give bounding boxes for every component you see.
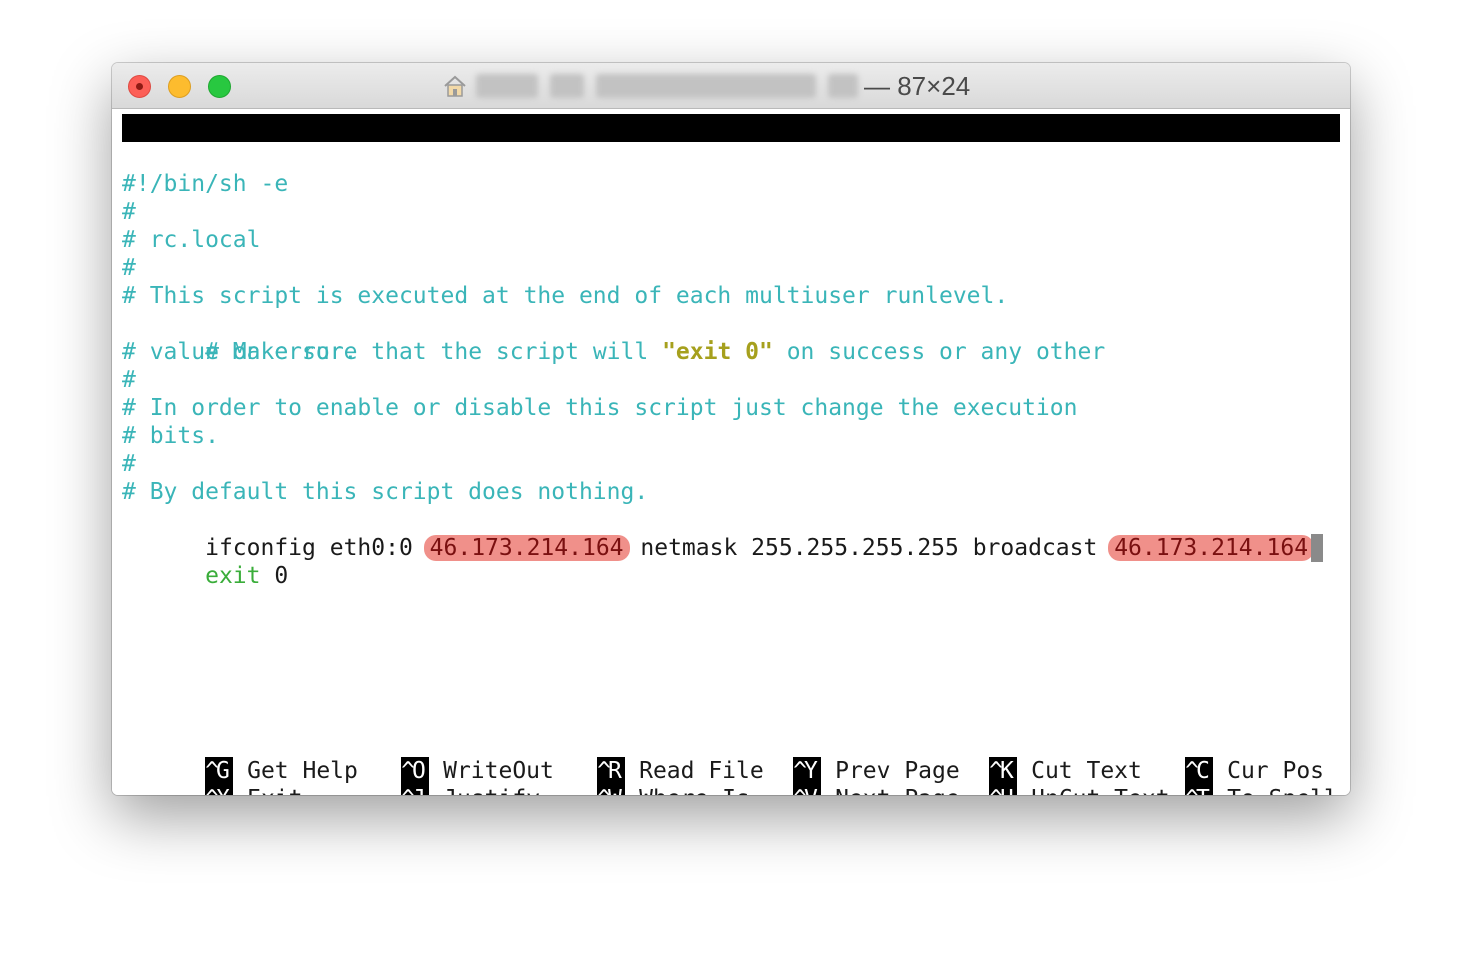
code-line[interactable]: #: [122, 366, 136, 394]
code-line[interactable]: # This script is executed at the end of …: [122, 282, 1008, 310]
code-line[interactable]: ifconfig eth0:0 46.173.214.164 netmask 2…: [122, 506, 1324, 562]
keyword: exit: [205, 563, 261, 589]
shortcut-label: To Spell: [1227, 786, 1338, 795]
code-line[interactable]: # bits.: [122, 422, 219, 450]
highlighted-ip: 46.173.214.164: [1108, 535, 1315, 561]
terminal-window: — 87×24 GNU nano 2.2.6 File: /etc/rc.loc…: [112, 63, 1350, 795]
home-icon: [444, 75, 466, 97]
shortcut-key: ^T: [1185, 785, 1214, 795]
minimize-button[interactable]: [168, 75, 191, 98]
code-line[interactable]: #: [122, 254, 136, 282]
code-line[interactable]: #: [122, 198, 136, 226]
redacted-title-part: [476, 74, 538, 98]
shortcut-key: ^U: [989, 785, 1018, 795]
nano-header: GNU nano 2.2.6 File: /etc/rc.local Modif…: [122, 114, 1340, 225]
code-line[interactable]: exit 0: [122, 534, 288, 589]
nano-file-name: File: /etc/rc.local: [556, 171, 820, 197]
redacted-title-part: [596, 74, 816, 98]
text-cursor: [1311, 534, 1324, 562]
terminal-content[interactable]: GNU nano 2.2.6 File: /etc/rc.local Modif…: [112, 109, 1350, 795]
code-line[interactable]: # In order to enable or disable this scr…: [122, 394, 1077, 422]
shortcut-key: ^W: [597, 785, 626, 795]
shortcut-key: ^J: [401, 785, 430, 795]
command-text: 0: [260, 563, 289, 589]
highlighted-ip: 46.173.214.164: [423, 535, 630, 561]
string-literal: "exit 0": [662, 339, 773, 365]
code-line[interactable]: # Make sure that the script will "exit 0…: [122, 310, 1105, 365]
shortcut-exit[interactable]: ^X Exit: [122, 757, 302, 795]
shortcut-key: ^X: [205, 785, 234, 795]
command-text: netmask 255.255.255.255 broadcast: [626, 535, 1112, 561]
shortcut-label: Exit: [247, 786, 302, 795]
redacted-title-part: [828, 74, 858, 98]
code-line[interactable]: #: [122, 450, 136, 478]
close-button[interactable]: [128, 75, 151, 98]
shortcut-to-spell[interactable]: ^T To Spell: [1102, 757, 1338, 795]
code-line[interactable]: # value on error.: [122, 338, 357, 366]
redacted-title-part: [550, 74, 584, 98]
window-size-label: — 87×24: [864, 70, 971, 101]
nano-version: GNU nano 2.2.6: [150, 143, 344, 169]
window-title: — 87×24: [442, 70, 971, 101]
comment-text: on success or any other: [772, 339, 1106, 365]
zoom-button[interactable]: [208, 75, 231, 98]
shortcut-key: ^V: [793, 785, 822, 795]
code-line[interactable]: # By default this script does nothing.: [122, 478, 648, 506]
title-bar[interactable]: — 87×24: [112, 63, 1350, 109]
shortcut-cur-pos[interactable]: ^C Cur Pos: [1102, 729, 1324, 785]
nano-modified-status: Modified: [1201, 199, 1312, 225]
shortcut-justify[interactable]: ^JJustify: [318, 757, 540, 795]
code-line[interactable]: #!/bin/sh -e: [122, 170, 288, 198]
code-line[interactable]: # rc.local: [122, 226, 260, 254]
